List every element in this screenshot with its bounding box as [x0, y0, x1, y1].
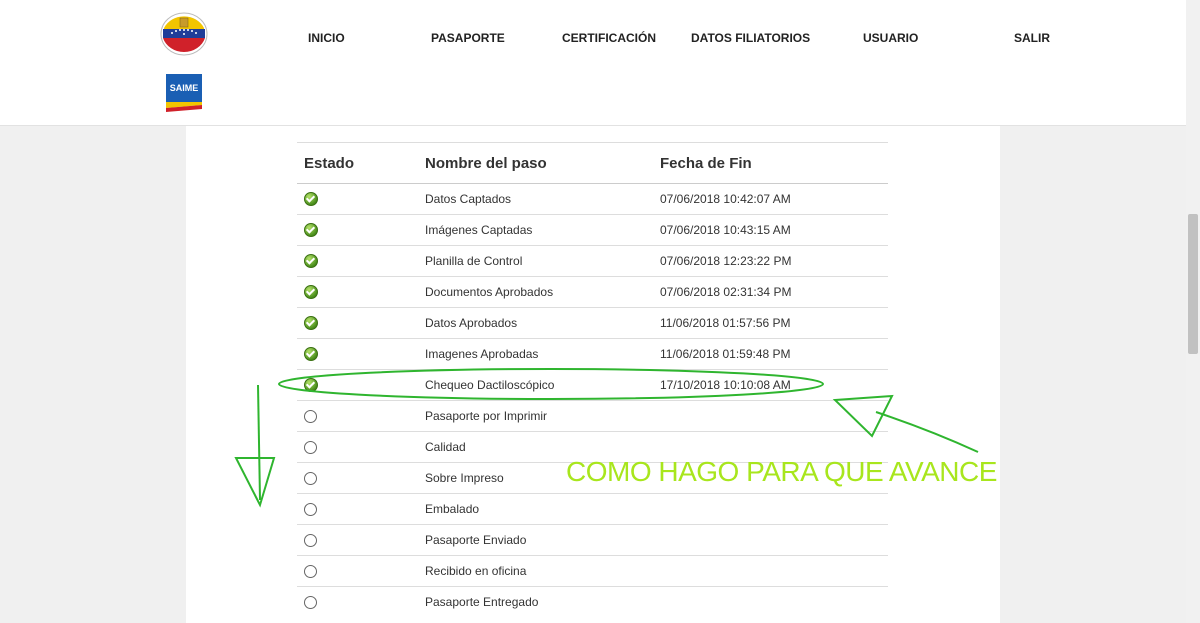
table-row: Pasaporte Enviado: [297, 524, 888, 556]
step-end-date: 11/06/2018 01:57:56 PM: [660, 307, 888, 339]
saime-logo-text: SAIME: [170, 83, 199, 93]
step-end-date: [660, 493, 888, 525]
table-row: Imágenes Captadas 07/06/2018 10:43:15 AM: [297, 214, 888, 246]
empty-circle-icon: [304, 472, 317, 486]
status-cell: [297, 338, 425, 370]
table-row: Documentos Aprobados 07/06/2018 02:31:34 …: [297, 276, 888, 308]
nav-datos-filiatorios[interactable]: DATOS FILIATORIOS: [691, 31, 810, 45]
empty-circle-icon: [304, 534, 317, 548]
status-cell: [297, 431, 425, 463]
step-name: Pasaporte Enviado: [425, 524, 660, 556]
table-row: Planilla de Control 07/06/2018 12:23:22 P…: [297, 245, 888, 277]
table-header-row: Estado Nombre del paso Fecha de Fin: [297, 142, 888, 184]
step-name: Recibido en oficina: [425, 555, 660, 587]
annotation-text: COMO HAGO PARA QUE AVANCE: [566, 456, 997, 487]
empty-circle-icon: [304, 441, 317, 455]
vertical-scrollbar[interactable]: [1186, 0, 1200, 623]
nav-usuario[interactable]: USUARIO: [863, 31, 918, 45]
status-cell: [297, 400, 425, 432]
step-end-date: [660, 524, 888, 556]
site-header: SAIME INICIO PASAPORTE CERTIFICACIÓN DAT…: [0, 0, 1186, 126]
table-row: Pasaporte Entregado: [297, 586, 888, 617]
empty-circle-icon: [304, 565, 317, 579]
table-row: Imagenes Aprobadas 11/06/2018 01:59:48 PM: [297, 338, 888, 370]
step-name: Datos Aprobados: [425, 307, 660, 339]
nav-certificacion[interactable]: CERTIFICACIÓN: [562, 31, 656, 45]
step-name: Pasaporte por Imprimir: [425, 400, 660, 432]
step-end-date: 11/06/2018 01:59:48 PM: [660, 338, 888, 370]
nav-salir[interactable]: SALIR: [1014, 31, 1050, 45]
check-circle-icon: [304, 378, 318, 393]
status-cell: [297, 276, 425, 308]
nav-pasaporte[interactable]: PASAPORTE: [431, 31, 505, 45]
step-name: Documentos Aprobados: [425, 276, 660, 308]
step-end-date: 17/10/2018 10:10:08 AM: [660, 369, 888, 401]
check-circle-icon: [304, 347, 318, 362]
empty-circle-icon: [304, 503, 317, 517]
saime-logo[interactable]: SAIME: [166, 74, 202, 112]
status-cell: [297, 462, 425, 494]
status-cell: [297, 586, 425, 617]
empty-circle-icon: [304, 596, 317, 610]
step-end-date: [660, 586, 888, 617]
status-cell: [297, 183, 425, 215]
step-end-date: 07/06/2018 02:31:34 PM: [660, 276, 888, 308]
table-row: Chequeo Dactiloscópico 17/10/2018 10:10:0…: [297, 369, 888, 401]
check-circle-icon: [304, 192, 318, 207]
step-end-date: [660, 555, 888, 587]
step-end-date: 07/06/2018 10:42:07 AM: [660, 183, 888, 215]
check-circle-icon: [304, 254, 318, 269]
table-row: Datos Captados 07/06/2018 10:42:07 AM: [297, 183, 888, 215]
step-name: Pasaporte Entregado: [425, 586, 660, 617]
status-cell: [297, 369, 425, 401]
empty-circle-icon: [304, 410, 317, 424]
table-row: Pasaporte por Imprimir: [297, 400, 888, 432]
check-circle-icon: [304, 316, 318, 331]
table-row: Recibido en oficina: [297, 555, 888, 587]
scrollbar-thumb[interactable]: [1188, 214, 1198, 354]
step-name: Embalado: [425, 493, 660, 525]
step-name: Planilla de Control: [425, 245, 660, 277]
step-name: Imágenes Captadas: [425, 214, 660, 246]
table-row: Embalado: [297, 493, 888, 525]
table-row: Datos Aprobados 11/06/2018 01:57:56 PM: [297, 307, 888, 339]
status-cell: [297, 214, 425, 246]
passport-status-table: Estado Nombre del paso Fecha de Fin Dato…: [297, 142, 888, 617]
venezuela-seal-logo[interactable]: [160, 12, 208, 56]
step-name: Chequeo Dactiloscópico: [425, 369, 660, 401]
header-fecha-fin: Fecha de Fin: [660, 142, 888, 184]
step-name: Imagenes Aprobadas: [425, 338, 660, 370]
step-end-date: 07/06/2018 10:43:15 AM: [660, 214, 888, 246]
check-circle-icon: [304, 223, 318, 238]
status-cell: [297, 245, 425, 277]
status-cell: [297, 307, 425, 339]
step-end-date: [660, 400, 888, 432]
step-name: Datos Captados: [425, 183, 660, 215]
nav-inicio[interactable]: INICIO: [308, 31, 345, 45]
step-end-date: 07/06/2018 12:23:22 PM: [660, 245, 888, 277]
check-circle-icon: [304, 285, 318, 300]
header-estado: Estado: [297, 142, 425, 184]
status-cell: [297, 555, 425, 587]
status-cell: [297, 493, 425, 525]
header-nombre-paso: Nombre del paso: [425, 142, 660, 184]
status-cell: [297, 524, 425, 556]
